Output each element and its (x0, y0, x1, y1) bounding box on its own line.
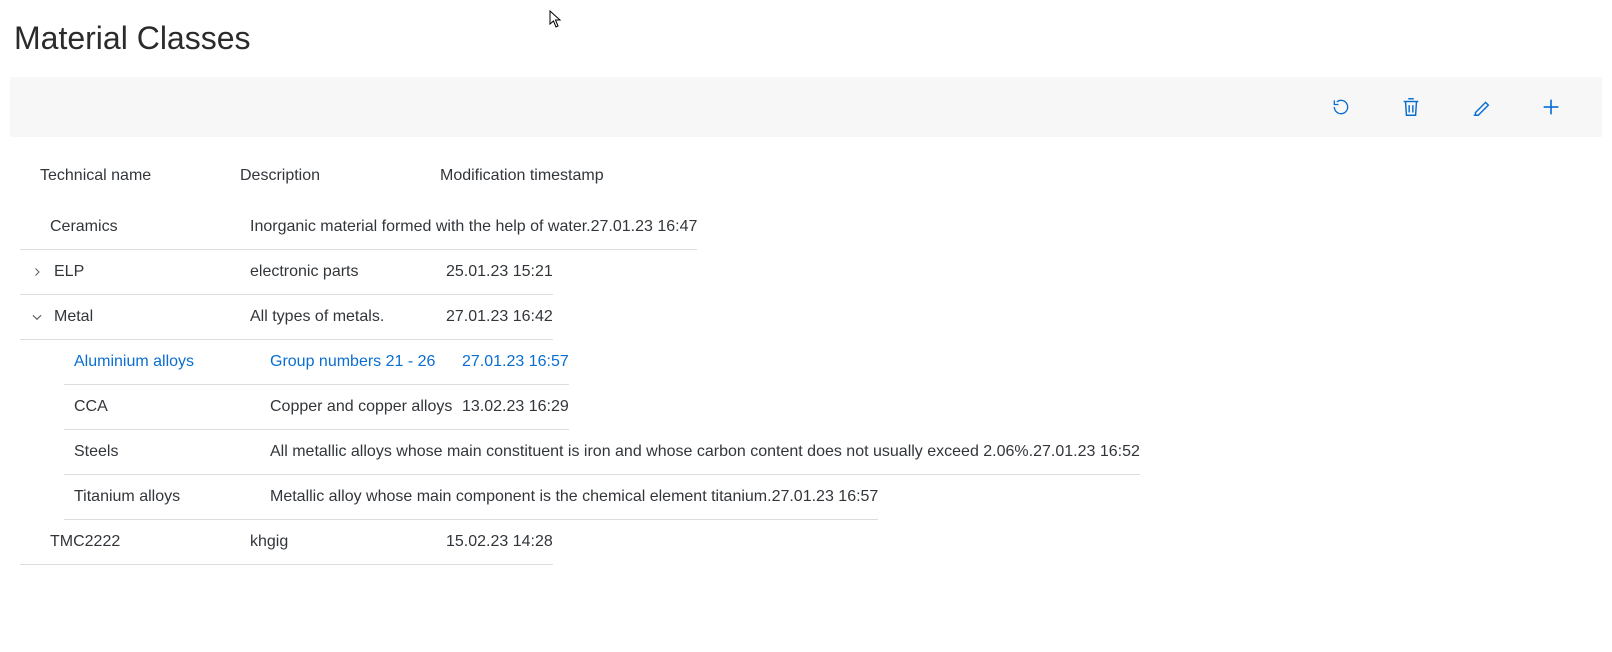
cell-description: All types of metals. (250, 308, 446, 326)
edit-icon[interactable] (1470, 96, 1492, 118)
cell-description: Inorganic material formed with the help … (250, 218, 591, 236)
cell-name: TMC2222 (50, 533, 250, 551)
cell-name: CCA (74, 398, 270, 416)
cell-description: Group numbers 21 - 26 (270, 353, 462, 371)
cell-name: Steels (74, 443, 270, 461)
cell-desc-ts: Metallic alloy whose main component is t… (270, 488, 878, 506)
cell-desc-ts: Inorganic material formed with the help … (250, 218, 697, 236)
cell-timestamp: 13.02.23 16:29 (462, 398, 569, 416)
add-icon[interactable] (1540, 96, 1562, 118)
cell-name: ELP (54, 263, 250, 281)
cell-description: Metallic alloy whose main component is t… (270, 488, 772, 506)
table-row-titanium[interactable]: Titanium alloys Metallic alloy whose mai… (64, 475, 878, 520)
chevron-down-icon[interactable] (28, 310, 46, 324)
refresh-icon[interactable] (1330, 96, 1352, 118)
table-row-aluminium[interactable]: Aluminium alloys Group numbers 21 - 26 2… (64, 340, 569, 385)
cell-name: Aluminium alloys (74, 353, 270, 371)
cell-description: Copper and copper alloys (270, 398, 462, 416)
col-header-description: Description (240, 167, 440, 185)
cell-name: Titanium alloys (74, 488, 270, 506)
delete-icon[interactable] (1400, 96, 1422, 118)
chevron-right-icon[interactable] (28, 266, 46, 278)
toolbar (10, 77, 1602, 137)
cell-timestamp: 27.01.23 16:42 (446, 308, 553, 326)
cell-desc-ts: All metallic alloys whose main constitue… (270, 443, 1140, 461)
cell-timestamp: 25.01.23 15:21 (446, 263, 553, 281)
table-row-ceramics[interactable]: Ceramics Inorganic material formed with … (20, 205, 697, 250)
cell-timestamp: 27.01.23 16:57 (772, 488, 879, 506)
page-title: Material Classes (14, 20, 1602, 57)
cell-timestamp: 27.01.23 16:47 (591, 218, 698, 236)
cell-description: All metallic alloys whose main constitue… (270, 443, 1033, 461)
table-header: Technical name Description Modification … (20, 157, 1592, 205)
table-row-steels[interactable]: Steels All metallic alloys whose main co… (64, 430, 1140, 475)
cell-description: electronic parts (250, 263, 446, 281)
cell-timestamp: 27.01.23 16:52 (1033, 443, 1140, 461)
col-header-name: Technical name (40, 167, 240, 185)
table-row-tmc2222[interactable]: TMC2222 khgig 15.02.23 14:28 (20, 520, 553, 565)
cell-name: Ceramics (50, 218, 250, 236)
cell-description: khgig (250, 533, 446, 551)
col-header-timestamp: Modification timestamp (440, 167, 604, 185)
table-row-cca[interactable]: CCA Copper and copper alloys 13.02.23 16… (64, 385, 569, 430)
cell-timestamp: 15.02.23 14:28 (446, 533, 553, 551)
cell-name: Metal (54, 308, 250, 326)
table-row-metal[interactable]: Metal All types of metals. 27.01.23 16:4… (20, 295, 553, 340)
tree-table: Technical name Description Modification … (10, 137, 1602, 565)
table-row-elp[interactable]: ELP electronic parts 25.01.23 15:21 (20, 250, 553, 295)
cell-timestamp: 27.01.23 16:57 (462, 353, 569, 371)
